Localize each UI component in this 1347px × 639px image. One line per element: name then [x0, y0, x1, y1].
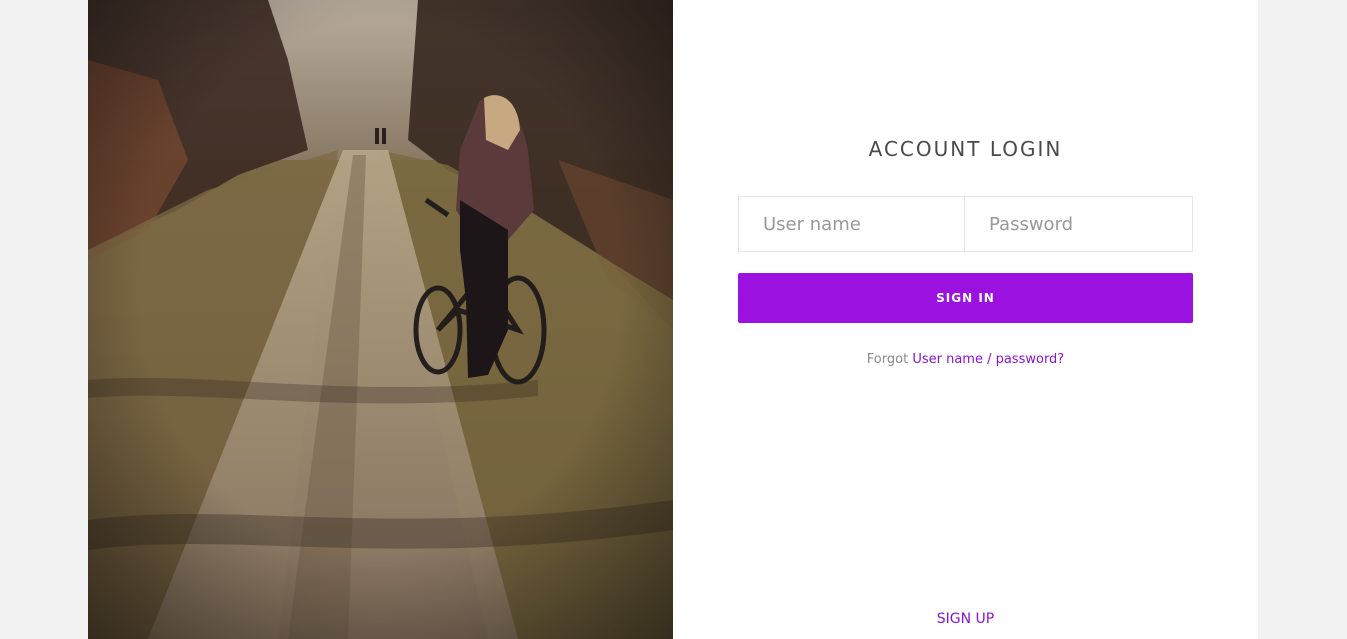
hero-photo-illustration [88, 0, 673, 639]
credentials-row [738, 196, 1193, 252]
password-input[interactable] [965, 197, 1192, 251]
hero-photo [88, 0, 673, 639]
username-input[interactable] [739, 197, 965, 251]
signup-area: SIGN UP [673, 611, 1258, 627]
login-card: ACCOUNT LOGIN SIGN IN Forgot User name /… [88, 0, 1258, 639]
sign-in-button[interactable]: SIGN IN [738, 273, 1193, 323]
page: ACCOUNT LOGIN SIGN IN Forgot User name /… [0, 0, 1347, 639]
sign-up-link[interactable]: SIGN UP [937, 611, 994, 627]
page-title: ACCOUNT LOGIN [868, 137, 1063, 161]
forgot-credentials-link[interactable]: User name / password? [912, 352, 1064, 367]
forgot-text: Forgot User name / password? [673, 352, 1258, 367]
forgot-prefix: Forgot [866, 352, 909, 367]
login-form: ACCOUNT LOGIN SIGN IN Forgot User name /… [673, 0, 1258, 639]
